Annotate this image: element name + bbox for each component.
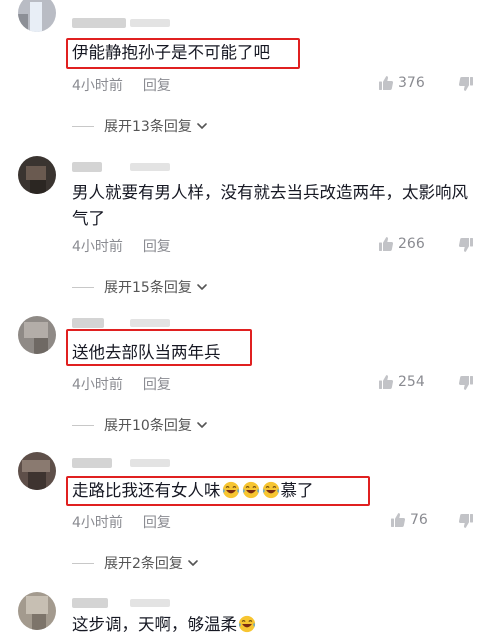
thumbs-down-icon[interactable] [458, 375, 474, 391]
reply-button[interactable]: 回复 [143, 515, 171, 531]
comment-meta: 4小时前 回复 [72, 236, 171, 256]
username[interactable] [72, 458, 170, 468]
thumbs-up-icon [378, 236, 394, 252]
like-count: 266 [398, 236, 425, 252]
expand-replies-label: 展开10条回复 [104, 418, 192, 434]
avatar[interactable] [18, 316, 56, 354]
expand-replies-button[interactable]: 展开15条回复 [72, 277, 208, 297]
chevron-down-icon [196, 419, 208, 431]
chevron-down-icon [187, 557, 199, 569]
timestamp: 4小时前 [72, 377, 123, 393]
timestamp: 4小时前 [72, 239, 123, 255]
tears-of-joy-emoji [238, 615, 256, 633]
expand-replies-button[interactable]: 展开10条回复 [72, 415, 208, 435]
divider [72, 125, 94, 127]
thumbs-up-icon [378, 75, 394, 91]
comment-text: 这步调，天啊，够温柔 [72, 612, 257, 638]
expand-replies-label: 展开13条回复 [104, 119, 192, 135]
comment-text-before: 这步调，天啊，够温柔 [72, 615, 237, 634]
reply-button[interactable]: 回复 [143, 78, 171, 94]
username[interactable] [72, 598, 170, 608]
thumbs-down-icon[interactable] [458, 76, 474, 92]
thumbs-down-icon[interactable] [458, 513, 474, 529]
timestamp: 4小时前 [72, 515, 123, 531]
like-button[interactable]: 76 [390, 512, 428, 528]
avatar[interactable] [18, 592, 56, 630]
thumbs-up-icon [378, 374, 394, 390]
like-count: 254 [398, 374, 425, 390]
expand-replies-button[interactable]: 展开13条回复 [72, 116, 208, 136]
like-button[interactable]: 376 [378, 75, 425, 91]
comment-meta: 4小时前 回复 [72, 75, 171, 95]
username[interactable] [72, 318, 170, 328]
expand-replies-label: 展开2条回复 [104, 556, 183, 572]
comment-meta: 4小时前 回复 [72, 374, 171, 394]
thumbs-down-icon[interactable] [458, 237, 474, 253]
like-count: 76 [410, 512, 428, 528]
highlight-box [66, 476, 370, 506]
like-button[interactable]: 266 [378, 236, 425, 252]
timestamp: 4小时前 [72, 78, 123, 94]
like-button[interactable]: 254 [378, 374, 425, 390]
avatar[interactable] [18, 452, 56, 490]
divider [72, 424, 94, 426]
username[interactable] [72, 162, 170, 172]
comment-meta: 4小时前 回复 [72, 512, 171, 532]
highlight-box [66, 38, 300, 69]
expand-replies-label: 展开15条回复 [104, 280, 192, 296]
comment-text: 男人就要有男人样，没有就去当兵改造两年，太影响风气了 [72, 183, 468, 228]
chevron-down-icon [196, 281, 208, 293]
avatar[interactable] [18, 156, 56, 194]
expand-replies-button[interactable]: 展开2条回复 [72, 553, 199, 573]
thumbs-up-icon [390, 512, 406, 528]
highlight-box [66, 329, 252, 366]
like-count: 376 [398, 75, 425, 91]
avatar[interactable] [18, 0, 56, 32]
divider [72, 286, 94, 288]
reply-button[interactable]: 回复 [143, 377, 171, 393]
chevron-down-icon [196, 120, 208, 132]
divider [72, 562, 94, 564]
username[interactable] [72, 18, 170, 28]
reply-button[interactable]: 回复 [143, 239, 171, 255]
